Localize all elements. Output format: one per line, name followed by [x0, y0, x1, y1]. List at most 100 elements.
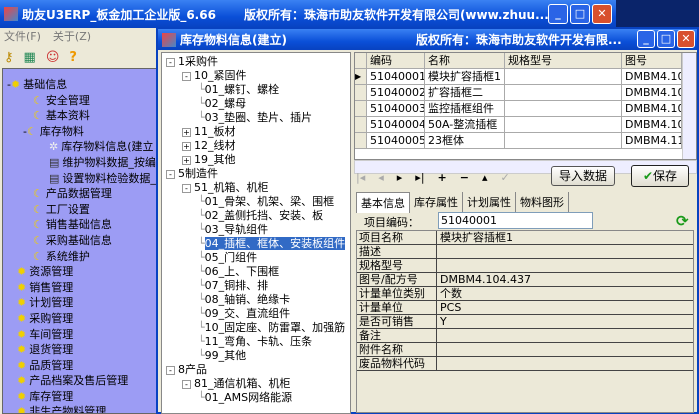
expand-icon[interactable]: +	[182, 127, 191, 137]
sidebar-item[interactable]: ☾ 采购基础信息	[3, 233, 157, 249]
property-value[interactable]: PCS	[437, 301, 461, 314]
table-row[interactable]: ▶51040001模块扩容插框1 DMBM4.104	[355, 69, 696, 85]
tree-node[interactable]: └06_上、下围框	[162, 265, 350, 279]
help-icon[interactable]: ?	[69, 50, 77, 65]
property-row[interactable]: 项目名称 模块扩容插框1	[357, 231, 693, 245]
collapse-icon[interactable]: -	[182, 71, 191, 81]
sidebar-item[interactable]: ☾ 系统维护	[3, 249, 157, 265]
table-row[interactable]: 51040003监控插框组件 DMBM4.104	[355, 101, 696, 117]
table-row[interactable]: 5104000450A-整流插框 DMBM4.104	[355, 117, 696, 133]
sidebar-item[interactable]: - ☾ 库存物料	[3, 124, 157, 140]
next-record-icon[interactable]: ▸	[397, 171, 403, 184]
col-code[interactable]: 编码	[367, 53, 425, 68]
collapse-icon[interactable]: -	[166, 169, 175, 179]
collapse-icon[interactable]: -	[182, 379, 191, 389]
sidebar-tree[interactable]: - ✹ 基础信息 ☾ 安全管理 ☾ 基本资料 - ☾ 库存物料 ✲ 库存物料信息(建立 ▤ 维护物料数…	[2, 68, 158, 414]
sidebar-item[interactable]: ✹ 销售管理	[3, 280, 157, 296]
refresh-icon[interactable]: ⟳	[676, 212, 689, 230]
material-grid[interactable]: 编码 名称 规格型号 图号 ▶51040001模块扩容插框1DMBM4.1045…	[354, 52, 697, 160]
property-value[interactable]	[437, 329, 440, 342]
maximize-button[interactable]: □	[570, 4, 590, 24]
col-spec[interactable]: 规格型号	[505, 53, 622, 68]
tree-node[interactable]: └08_轴销、绝缘卡	[162, 293, 350, 307]
property-value[interactable]: 模块扩容插框1	[437, 231, 513, 244]
property-value[interactable]: DMBM4.104.437	[437, 273, 531, 286]
property-value[interactable]	[437, 259, 440, 272]
dialog-maximize-button[interactable]: □	[657, 30, 675, 48]
property-value[interactable]	[437, 343, 440, 356]
property-value[interactable]	[437, 357, 440, 370]
close-button[interactable]: ✕	[592, 4, 612, 24]
delete-record-icon[interactable]: −	[460, 171, 469, 184]
property-value[interactable]: Y	[437, 315, 447, 328]
tree-node[interactable]: -1采购件	[162, 55, 350, 69]
tree-node[interactable]: -81_通信机箱、机柜	[162, 377, 350, 391]
table-row[interactable]: 51040002扩容插框二 DMBM4.104	[355, 85, 696, 101]
tree-node[interactable]: └03_导轨组件	[162, 223, 350, 237]
edit-record-icon[interactable]: ▴	[482, 171, 488, 184]
tree-node[interactable]: -5制造件	[162, 167, 350, 181]
property-row[interactable]: 描述	[357, 245, 693, 259]
tree-node[interactable]: └11_弯角、卡轨、压条	[162, 335, 350, 349]
collapse-icon[interactable]: -	[166, 365, 175, 375]
tree-node[interactable]: -51_机箱、机柜	[162, 181, 350, 195]
tree-node[interactable]: -10_紧固件	[162, 69, 350, 83]
sidebar-item[interactable]: ✹ 计划管理	[3, 295, 157, 311]
add-record-icon[interactable]: +	[438, 171, 447, 184]
tree-node[interactable]: +11_板材	[162, 125, 350, 139]
tree-node[interactable]: └10_固定座、防雷罩、加强筋	[162, 321, 350, 335]
sidebar-item[interactable]: ✲ 库存物料信息(建立	[3, 139, 157, 155]
sidebar-item[interactable]: ✹ 品质管理	[3, 358, 157, 374]
tree-node[interactable]: └07_铜排、排	[162, 279, 350, 293]
property-value[interactable]: 个数	[437, 287, 462, 300]
item-code-input[interactable]: 51040001	[438, 212, 593, 229]
tab-planning-attributes[interactable]: 计划属性	[463, 192, 516, 213]
category-tree[interactable]: -1采购件 -10_紧固件 └01_螺钉、螺栓 └02_螺母 └03_垫圈、垫片、插片 +…	[161, 52, 351, 414]
property-row[interactable]: 计量单位 PCS	[357, 301, 693, 315]
tree-node[interactable]: -8产品	[162, 363, 350, 377]
import-data-button[interactable]: 导入数据	[551, 166, 615, 186]
sidebar-item[interactable]: ☾ 销售基础信息	[3, 217, 157, 233]
sidebar-item[interactable]: ✹ 采购管理	[3, 311, 157, 327]
tree-node[interactable]: └02_盖侧托挡、安装、板	[162, 209, 350, 223]
grid-vertical-scrollbar[interactable]	[682, 53, 696, 159]
tree-node[interactable]: └99_其他	[162, 349, 350, 363]
col-name[interactable]: 名称	[425, 53, 505, 68]
tree-node[interactable]: └09_交、直流组件	[162, 307, 350, 321]
tree-node[interactable]: +19_其他	[162, 153, 350, 167]
tree-node[interactable]: +12_线材	[162, 139, 350, 153]
property-row[interactable]: 附件名称	[357, 343, 693, 357]
expand-icon[interactable]: +	[182, 141, 191, 151]
user-icon[interactable]: ☺	[46, 50, 60, 65]
dialog-minimize-button[interactable]: _	[637, 30, 655, 48]
sidebar-item[interactable]: ✹ 车间管理	[3, 327, 157, 343]
sidebar-item[interactable]: ✹ 非生产物料管理	[3, 404, 157, 413]
tree-node[interactable]: └05_门组件	[162, 251, 350, 265]
tab-basic-info[interactable]: 基本信息	[356, 192, 410, 213]
collapse-icon[interactable]: -	[166, 57, 175, 67]
prev-record-icon[interactable]: ◂	[378, 171, 384, 184]
property-value[interactable]	[437, 245, 440, 258]
sidebar-item[interactable]: ☾ 工厂设置	[3, 202, 157, 218]
save-button[interactable]: ✔保存	[631, 165, 689, 187]
last-record-icon[interactable]: ▸|	[415, 171, 424, 184]
tree-node[interactable]: └01_骨架、机架、梁、围框	[162, 195, 350, 209]
property-row[interactable]: 规格型号	[357, 259, 693, 273]
property-row[interactable]: 是否可销售 Y	[357, 315, 693, 329]
table-row[interactable]: 5104000523框体 DMBM4.116	[355, 133, 696, 149]
tab-inventory-attributes[interactable]: 库存属性	[410, 192, 463, 213]
sidebar-item[interactable]: ✹ 产品档案及售后管理	[3, 373, 157, 389]
sidebar-item[interactable]: ☾ 基本资料	[3, 108, 157, 124]
sidebar-item[interactable]: ☾ 产品数据管理	[3, 186, 157, 202]
tree-node[interactable]: └02_螺母	[162, 97, 350, 111]
tree-node[interactable]: └04_插框、框体、安装板组件	[162, 237, 350, 251]
property-row[interactable]: 图号/配方号 DMBM4.104.437	[357, 273, 693, 287]
property-row[interactable]: 计量单位类别 个数	[357, 287, 693, 301]
sidebar-item[interactable]: ✹ 退货管理	[3, 342, 157, 358]
sidebar-item[interactable]: ▤ 设置物料检验数据_	[3, 171, 157, 187]
sidebar-item[interactable]: - ✹ 基础信息	[3, 77, 157, 93]
tree-node[interactable]: └03_垫圈、垫片、插片	[162, 111, 350, 125]
key-icon[interactable]: ⚷	[4, 50, 14, 65]
tab-material-graphic[interactable]: 物料图形	[516, 192, 569, 213]
sidebar-item[interactable]: ☾ 安全管理	[3, 93, 157, 109]
